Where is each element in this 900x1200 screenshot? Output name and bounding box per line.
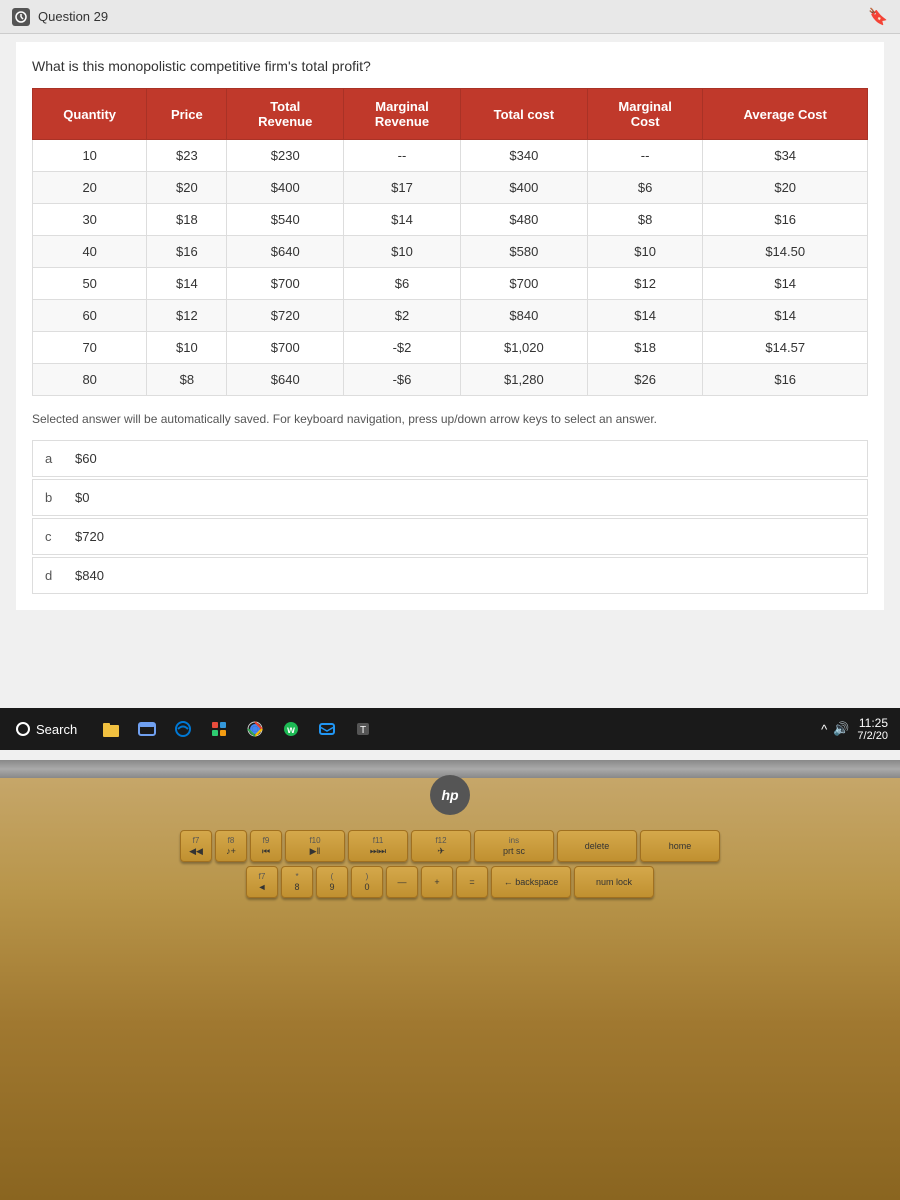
- window-icon: [12, 8, 30, 26]
- answer-row-d[interactable]: d $840: [32, 557, 868, 594]
- col-header-marginal-cost: MarginalCost: [587, 89, 703, 140]
- table-row: 60$12$720$2$840$14$14: [33, 300, 868, 332]
- bookmark-icon[interactable]: 🔖: [868, 7, 888, 27]
- taskbar-right: ^ 🔊 11:25 7/2/20: [821, 716, 896, 742]
- table-row: 50$14$700$6$700$12$14: [33, 268, 868, 300]
- instruction-text: Selected answer will be automatically sa…: [32, 412, 868, 426]
- answer-value-d: $840: [75, 568, 104, 583]
- answer-options: a $60 b $0 c $720 d $840: [32, 440, 868, 594]
- taskbar-app8[interactable]: T: [347, 713, 379, 745]
- key-f7[interactable]: f7◀◀: [180, 830, 212, 862]
- clock-display[interactable]: 11:25 7/2/20: [857, 716, 888, 742]
- table-row: 70$10$700-$2$1,020$18$14.57: [33, 332, 868, 364]
- table-row: 10$23$230--$340--$34: [33, 140, 868, 172]
- key-plus[interactable]: +: [421, 866, 453, 898]
- key-f9[interactable]: f9⏮: [250, 830, 282, 862]
- search-label: Search: [36, 722, 77, 737]
- answer-letter-b: b: [45, 490, 59, 505]
- table-row: 80$8$640-$6$1,280$26$16: [33, 364, 868, 396]
- data-table: Quantity Price TotalRevenue MarginalReve…: [32, 88, 868, 396]
- table-row: 20$20$400$17$400$6$20: [33, 172, 868, 204]
- speaker-icon[interactable]: 🔊: [833, 721, 849, 737]
- table-row: 40$16$640$10$580$10$14.50: [33, 236, 868, 268]
- taskbar-chrome[interactable]: [239, 713, 271, 745]
- key-paren-close[interactable]: )0: [351, 866, 383, 898]
- title-bar: Question 29 🔖: [0, 0, 900, 34]
- key-equals[interactable]: =: [456, 866, 488, 898]
- keyboard-num-row: f7◄ *8 (9 )0 — + = ← backspace num lock: [20, 866, 880, 898]
- svg-text:T: T: [360, 725, 366, 736]
- answer-value-a: $60: [75, 451, 97, 466]
- hp-logo: hp: [430, 775, 470, 815]
- col-header-quantity: Quantity: [33, 89, 147, 140]
- answer-row-b[interactable]: b $0: [32, 479, 868, 516]
- taskbar-app7[interactable]: [311, 713, 343, 745]
- answer-value-b: $0: [75, 490, 89, 505]
- key-f8[interactable]: f8♪+: [215, 830, 247, 862]
- taskbar-icons: w T: [95, 713, 379, 745]
- key-paren-open[interactable]: (9: [316, 866, 348, 898]
- key-prtsc[interactable]: insprt sc: [474, 830, 554, 862]
- key-dash[interactable]: —: [386, 866, 418, 898]
- key-f10[interactable]: f10▶‖: [285, 830, 345, 862]
- hp-logo-text: hp: [441, 787, 458, 803]
- time-text: 11:25: [857, 716, 888, 730]
- answer-row-a[interactable]: a $60: [32, 440, 868, 477]
- date-text: 7/2/20: [857, 730, 888, 742]
- window-title: Question 29: [38, 9, 108, 24]
- keyboard-fn-row: f7◀◀ f8♪+ f9⏮ f10▶‖ f11⏭⏭ f12✈ insprt sc…: [20, 830, 880, 862]
- search-button[interactable]: Search: [4, 718, 89, 741]
- taskbar-app6[interactable]: w: [275, 713, 307, 745]
- taskbar-app4[interactable]: [203, 713, 235, 745]
- chevron-up-icon[interactable]: ^: [821, 722, 827, 737]
- search-icon: [16, 722, 30, 736]
- key-backspace[interactable]: ← backspace: [491, 866, 571, 898]
- key-numlock[interactable]: num lock: [574, 866, 654, 898]
- answer-letter-c: c: [45, 529, 59, 544]
- col-header-marginal-revenue: MarginalRevenue: [344, 89, 461, 140]
- answer-letter-d: d: [45, 568, 59, 583]
- key-f11[interactable]: f11⏭⏭: [348, 830, 408, 862]
- main-content: What is this monopolistic competitive fi…: [16, 42, 884, 610]
- answer-letter-a: a: [45, 451, 59, 466]
- key-home[interactable]: home: [640, 830, 720, 862]
- answer-value-c: $720: [75, 529, 104, 544]
- question-text: What is this monopolistic competitive fi…: [32, 58, 868, 74]
- keyboard-area: f7◀◀ f8♪+ f9⏮ f10▶‖ f11⏭⏭ f12✈ insprt sc…: [0, 820, 900, 912]
- key-asterisk[interactable]: *8: [281, 866, 313, 898]
- key-f7-left[interactable]: f7◄: [246, 866, 278, 898]
- col-header-total-cost: Total cost: [460, 89, 587, 140]
- col-header-price: Price: [147, 89, 227, 140]
- taskbar-browser[interactable]: [131, 713, 163, 745]
- key-f12[interactable]: f12✈: [411, 830, 471, 862]
- taskbar-edge[interactable]: [167, 713, 199, 745]
- taskbar-file-explorer[interactable]: [95, 713, 127, 745]
- svg-text:w: w: [286, 725, 295, 736]
- col-header-average-cost: Average Cost: [703, 89, 868, 140]
- col-header-total-revenue: TotalRevenue: [227, 89, 344, 140]
- screen: Question 29 🔖 What is this monopolistic …: [0, 0, 900, 760]
- key-delete[interactable]: delete: [557, 830, 637, 862]
- answer-row-c[interactable]: c $720: [32, 518, 868, 555]
- table-row: 30$18$540$14$480$8$16: [33, 204, 868, 236]
- system-tray: ^ 🔊: [821, 721, 849, 737]
- taskbar: Search: [0, 708, 900, 750]
